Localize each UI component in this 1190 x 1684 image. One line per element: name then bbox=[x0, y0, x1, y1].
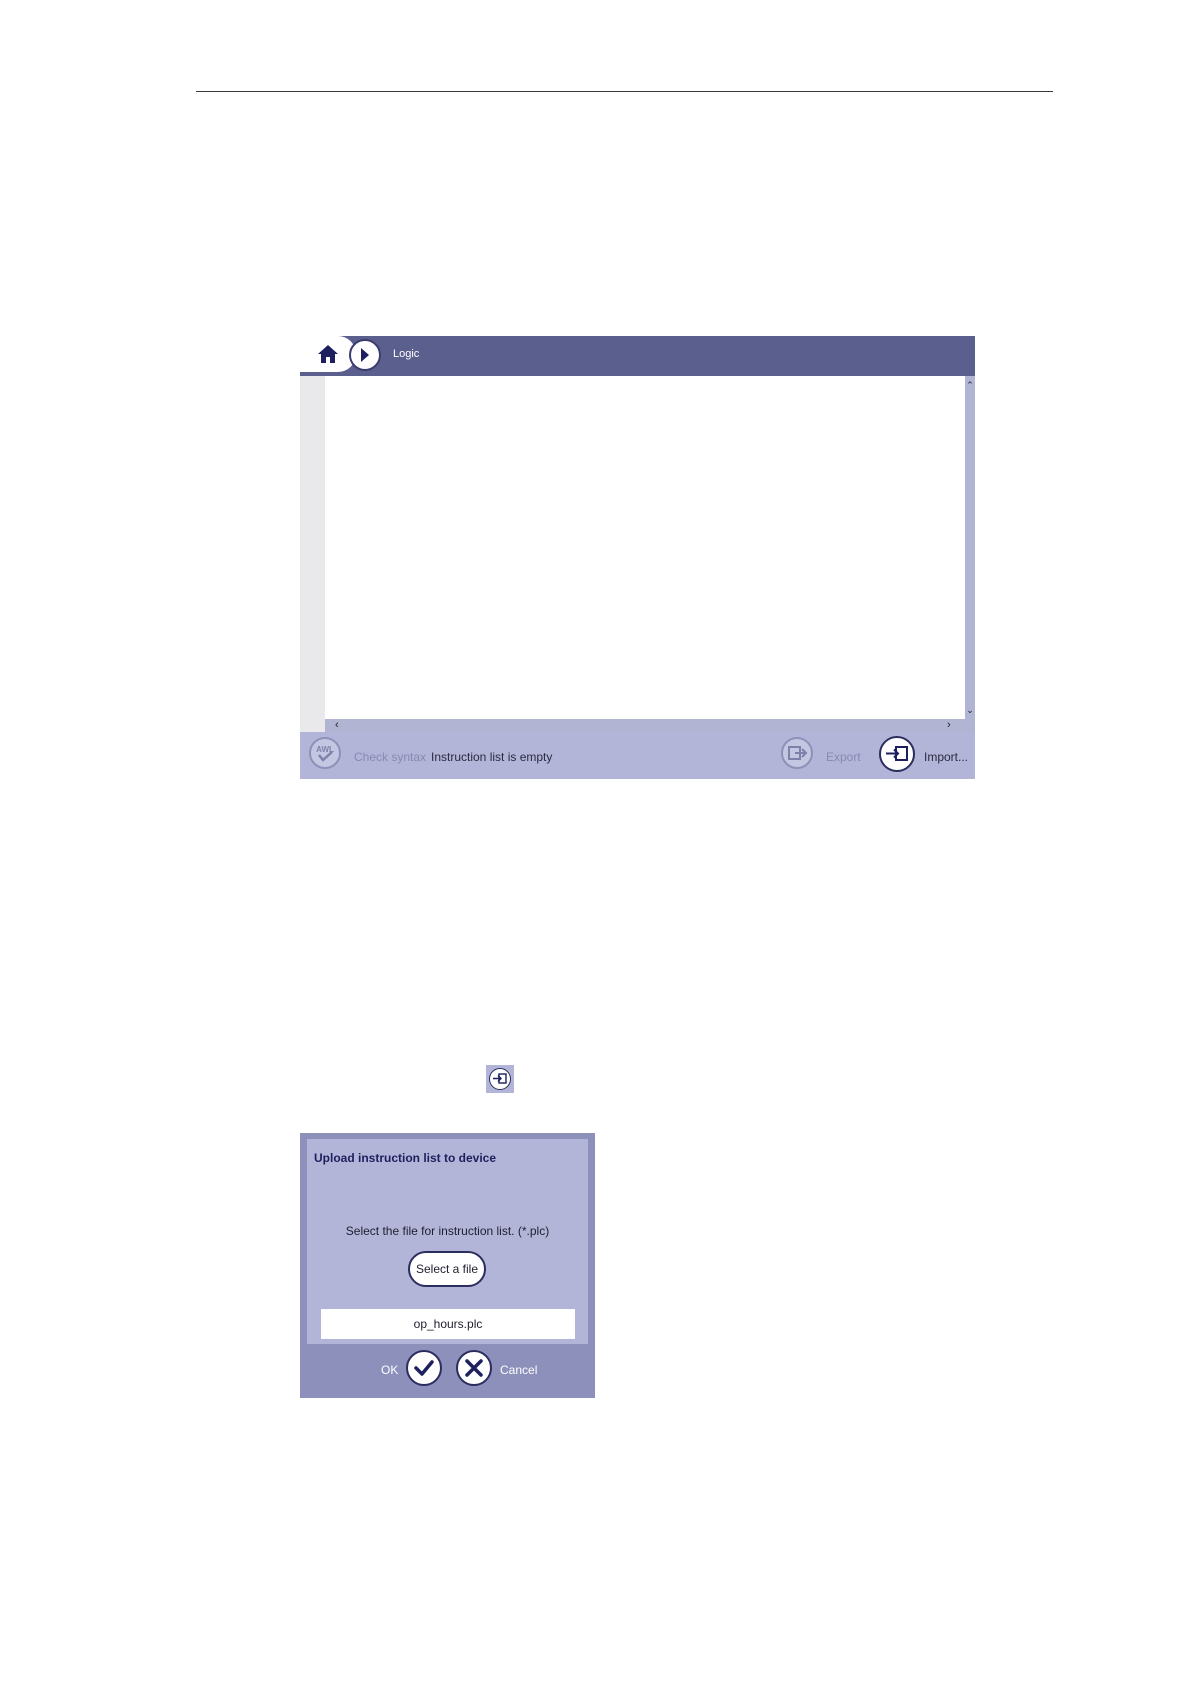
ok-button[interactable] bbox=[406, 1350, 442, 1386]
close-icon bbox=[465, 1359, 483, 1377]
select-file-button[interactable]: Select a file bbox=[408, 1251, 486, 1287]
import-label[interactable]: Import... bbox=[924, 750, 968, 764]
status-message: Instruction list is empty bbox=[431, 750, 553, 764]
page-top-rule bbox=[196, 91, 1053, 92]
check-syntax-button[interactable]: AWL bbox=[309, 737, 341, 769]
dialog-footer: OK Cancel bbox=[300, 1344, 595, 1398]
cancel-label[interactable]: Cancel bbox=[500, 1363, 537, 1377]
import-button[interactable] bbox=[879, 736, 915, 772]
editor-header-bar: Logic bbox=[300, 336, 975, 376]
cancel-button[interactable] bbox=[456, 1350, 492, 1386]
scroll-left-icon[interactable]: ‹ bbox=[335, 719, 339, 732]
ok-label[interactable]: OK bbox=[381, 1363, 398, 1377]
scroll-down-icon[interactable]: ⌄ bbox=[965, 705, 975, 715]
breadcrumb-label: Logic bbox=[393, 348, 420, 360]
horizontal-scrollbar[interactable]: ‹ › bbox=[325, 719, 975, 732]
dialog-prompt: Select the file for instruction list. (*… bbox=[345, 1224, 550, 1238]
logic-editor-window: Logic ⌃ ⌄ ‹ › AWL Check syntax Instructi… bbox=[300, 336, 975, 779]
awl-check-icon: AWL bbox=[316, 745, 334, 762]
dialog-title: Upload instruction list to device bbox=[314, 1151, 497, 1165]
check-syntax-label[interactable]: Check syntax bbox=[354, 750, 426, 764]
breadcrumb-next-button[interactable] bbox=[349, 339, 381, 371]
chevron-right-icon bbox=[361, 348, 369, 362]
export-button[interactable] bbox=[781, 737, 813, 769]
selected-file-field[interactable]: op_hours.plc bbox=[321, 1309, 575, 1339]
scroll-up-icon[interactable]: ⌃ bbox=[965, 380, 975, 390]
export-label[interactable]: Export bbox=[826, 750, 861, 764]
line-number-gutter bbox=[300, 376, 325, 732]
instruction-list-editor[interactable] bbox=[325, 376, 965, 719]
import-icon bbox=[493, 1073, 507, 1084]
vertical-scrollbar[interactable]: ⌃ ⌄ bbox=[965, 376, 975, 719]
upload-dialog: Upload instruction list to device Select… bbox=[300, 1133, 595, 1398]
scroll-right-icon[interactable]: › bbox=[947, 719, 951, 732]
export-icon bbox=[788, 746, 808, 760]
checkmark-icon bbox=[414, 1360, 434, 1376]
inline-import-icon bbox=[486, 1065, 514, 1093]
dialog-body: Upload instruction list to device Select… bbox=[307, 1139, 588, 1344]
home-icon bbox=[318, 345, 338, 363]
editor-footer-bar: AWL Check syntax Instruction list is emp… bbox=[300, 732, 975, 779]
import-icon bbox=[886, 746, 908, 761]
home-button[interactable] bbox=[300, 336, 356, 372]
